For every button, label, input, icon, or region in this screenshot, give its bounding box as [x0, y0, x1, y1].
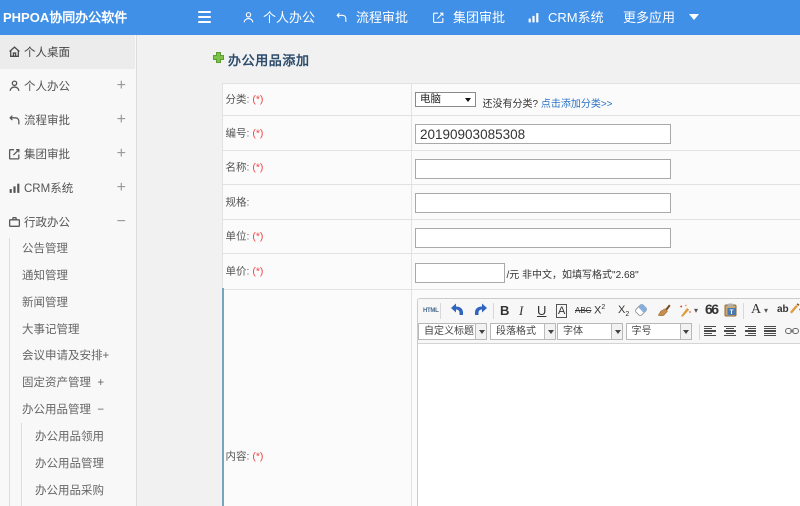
svg-text:T: T	[730, 309, 734, 316]
